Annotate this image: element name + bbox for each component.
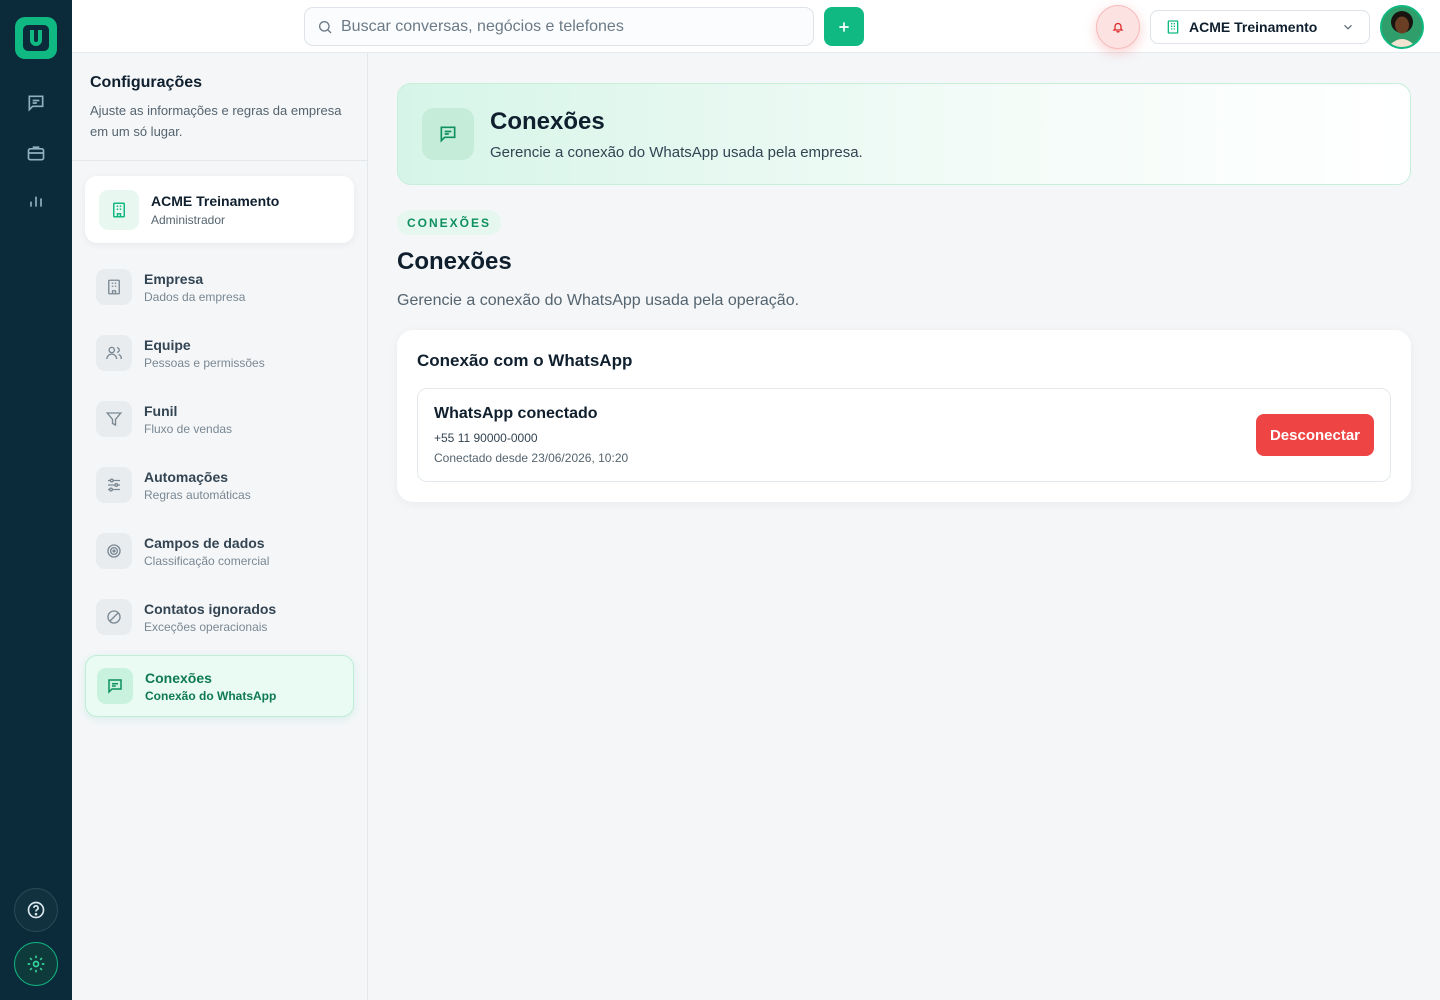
sidebar-title: Configurações [90,74,203,91]
sidebar-item-subtitle: Conexão do WhatsApp [145,688,277,703]
page-title: Conexões [490,107,605,135]
sidebar-item-label: Campos de dados [144,534,265,551]
notifications-button[interactable] [1096,5,1140,49]
whatsapp-connection-card: Conexão com o WhatsApp WhatsApp conectad… [397,330,1411,502]
message-icon [97,668,133,704]
briefcase-icon[interactable] [18,135,54,171]
search-input[interactable] [341,17,781,36]
connection-status-box: WhatsApp conectado +55 11 90000-0000 Con… [417,388,1391,482]
sidebar-item-subtitle: Classificação comercial [144,553,270,568]
help-button[interactable] [14,888,58,932]
help-icon [27,901,45,919]
section-tag: CONEXÕES [397,210,502,235]
sidebar-item-subtitle: Exceções operacionais [144,619,268,634]
plus-icon [839,21,849,32]
sidebar-description: Ajuste as informações e regras da empres… [90,103,342,139]
sidebar-item-conexoes[interactable]: Conexões Conexão do WhatsApp [85,655,354,717]
sidebar-item-campos-de-dados[interactable]: Campos de dados Classificação comercial [85,520,354,582]
sliders-icon [96,467,132,503]
chevron-down-icon [1344,24,1352,30]
bell-icon [1112,22,1124,33]
gear-icon [27,955,45,973]
organization-name: ACME Treinamento [151,192,280,209]
sidebar-item-label: Contatos ignorados [144,600,277,617]
sidebar-item-label: Equipe [144,336,191,353]
sidebar-item-automacoes[interactable]: Automações Regras automáticas [85,454,354,516]
ban-icon [96,599,132,635]
connection-since: Conectado desde 23/06/2026, 10:20 [434,451,629,465]
sidebar-item-equipe[interactable]: Equipe Pessoas e permissões [85,322,354,384]
add-button[interactable] [824,7,864,46]
page-description: Gerencie a conexão do WhatsApp usada pel… [490,143,863,161]
sidebar-item-funil[interactable]: Funil Fluxo de vendas [85,388,354,450]
sidebar-item-contatos-ignorados[interactable]: Contatos ignorados Exceções operacionais [85,586,354,648]
sidebar-item-subtitle: Fluxo de vendas [144,421,233,436]
chat-icon[interactable] [18,85,54,121]
target-icon [96,533,132,569]
organization-card[interactable]: ACME Treinamento Administrador [85,176,354,243]
disconnect-button[interactable]: Desconectar [1256,414,1374,456]
company-name: ACME Treinamento [1189,19,1318,35]
sidebar-item-subtitle: Dados da empresa [144,289,246,304]
search-icon [319,20,332,33]
settings-sidebar: Configurações Ajuste as informações e re… [72,53,368,1000]
connection-phone: +55 11 90000-0000 [434,431,538,445]
sidebar-item-label: Funil [144,402,178,419]
sidebar-item-subtitle: Pessoas e permissões [144,355,265,370]
top-bar: ACME Treinamento [72,0,1440,53]
message-icon [422,108,474,160]
user-avatar[interactable] [1380,5,1424,49]
card-title: Conexão com o WhatsApp [417,351,633,370]
sidebar-item-label: Automações [144,468,229,485]
section-title: Conexões [397,248,512,275]
sidebar-item-empresa[interactable]: Empresa Dados da empresa [85,256,354,318]
section-description: Gerencie a conexão do WhatsApp usada pel… [397,292,800,309]
organization-role: Administrador [151,212,226,227]
settings-button[interactable] [14,942,58,986]
sidebar-item-label: Conexões [145,669,212,686]
bar-chart-icon[interactable] [18,182,54,218]
sidebar-divider [72,160,368,161]
funnel-icon [96,401,132,437]
sidebar-item-subtitle: Regras automáticas [144,487,251,502]
sidebar-item-label: Empresa [144,270,204,287]
company-selector[interactable]: ACME Treinamento [1150,10,1370,44]
connection-status: WhatsApp conectado [434,405,598,422]
building-icon [96,269,132,305]
building-icon [99,189,139,230]
search-bar[interactable] [304,7,814,46]
users-icon [96,335,132,371]
app-logo[interactable] [15,17,57,59]
page-header-banner: Conexões Gerencie a conexão do WhatsApp … [397,83,1411,185]
app-rail [0,0,72,1000]
building-icon [1167,20,1179,34]
